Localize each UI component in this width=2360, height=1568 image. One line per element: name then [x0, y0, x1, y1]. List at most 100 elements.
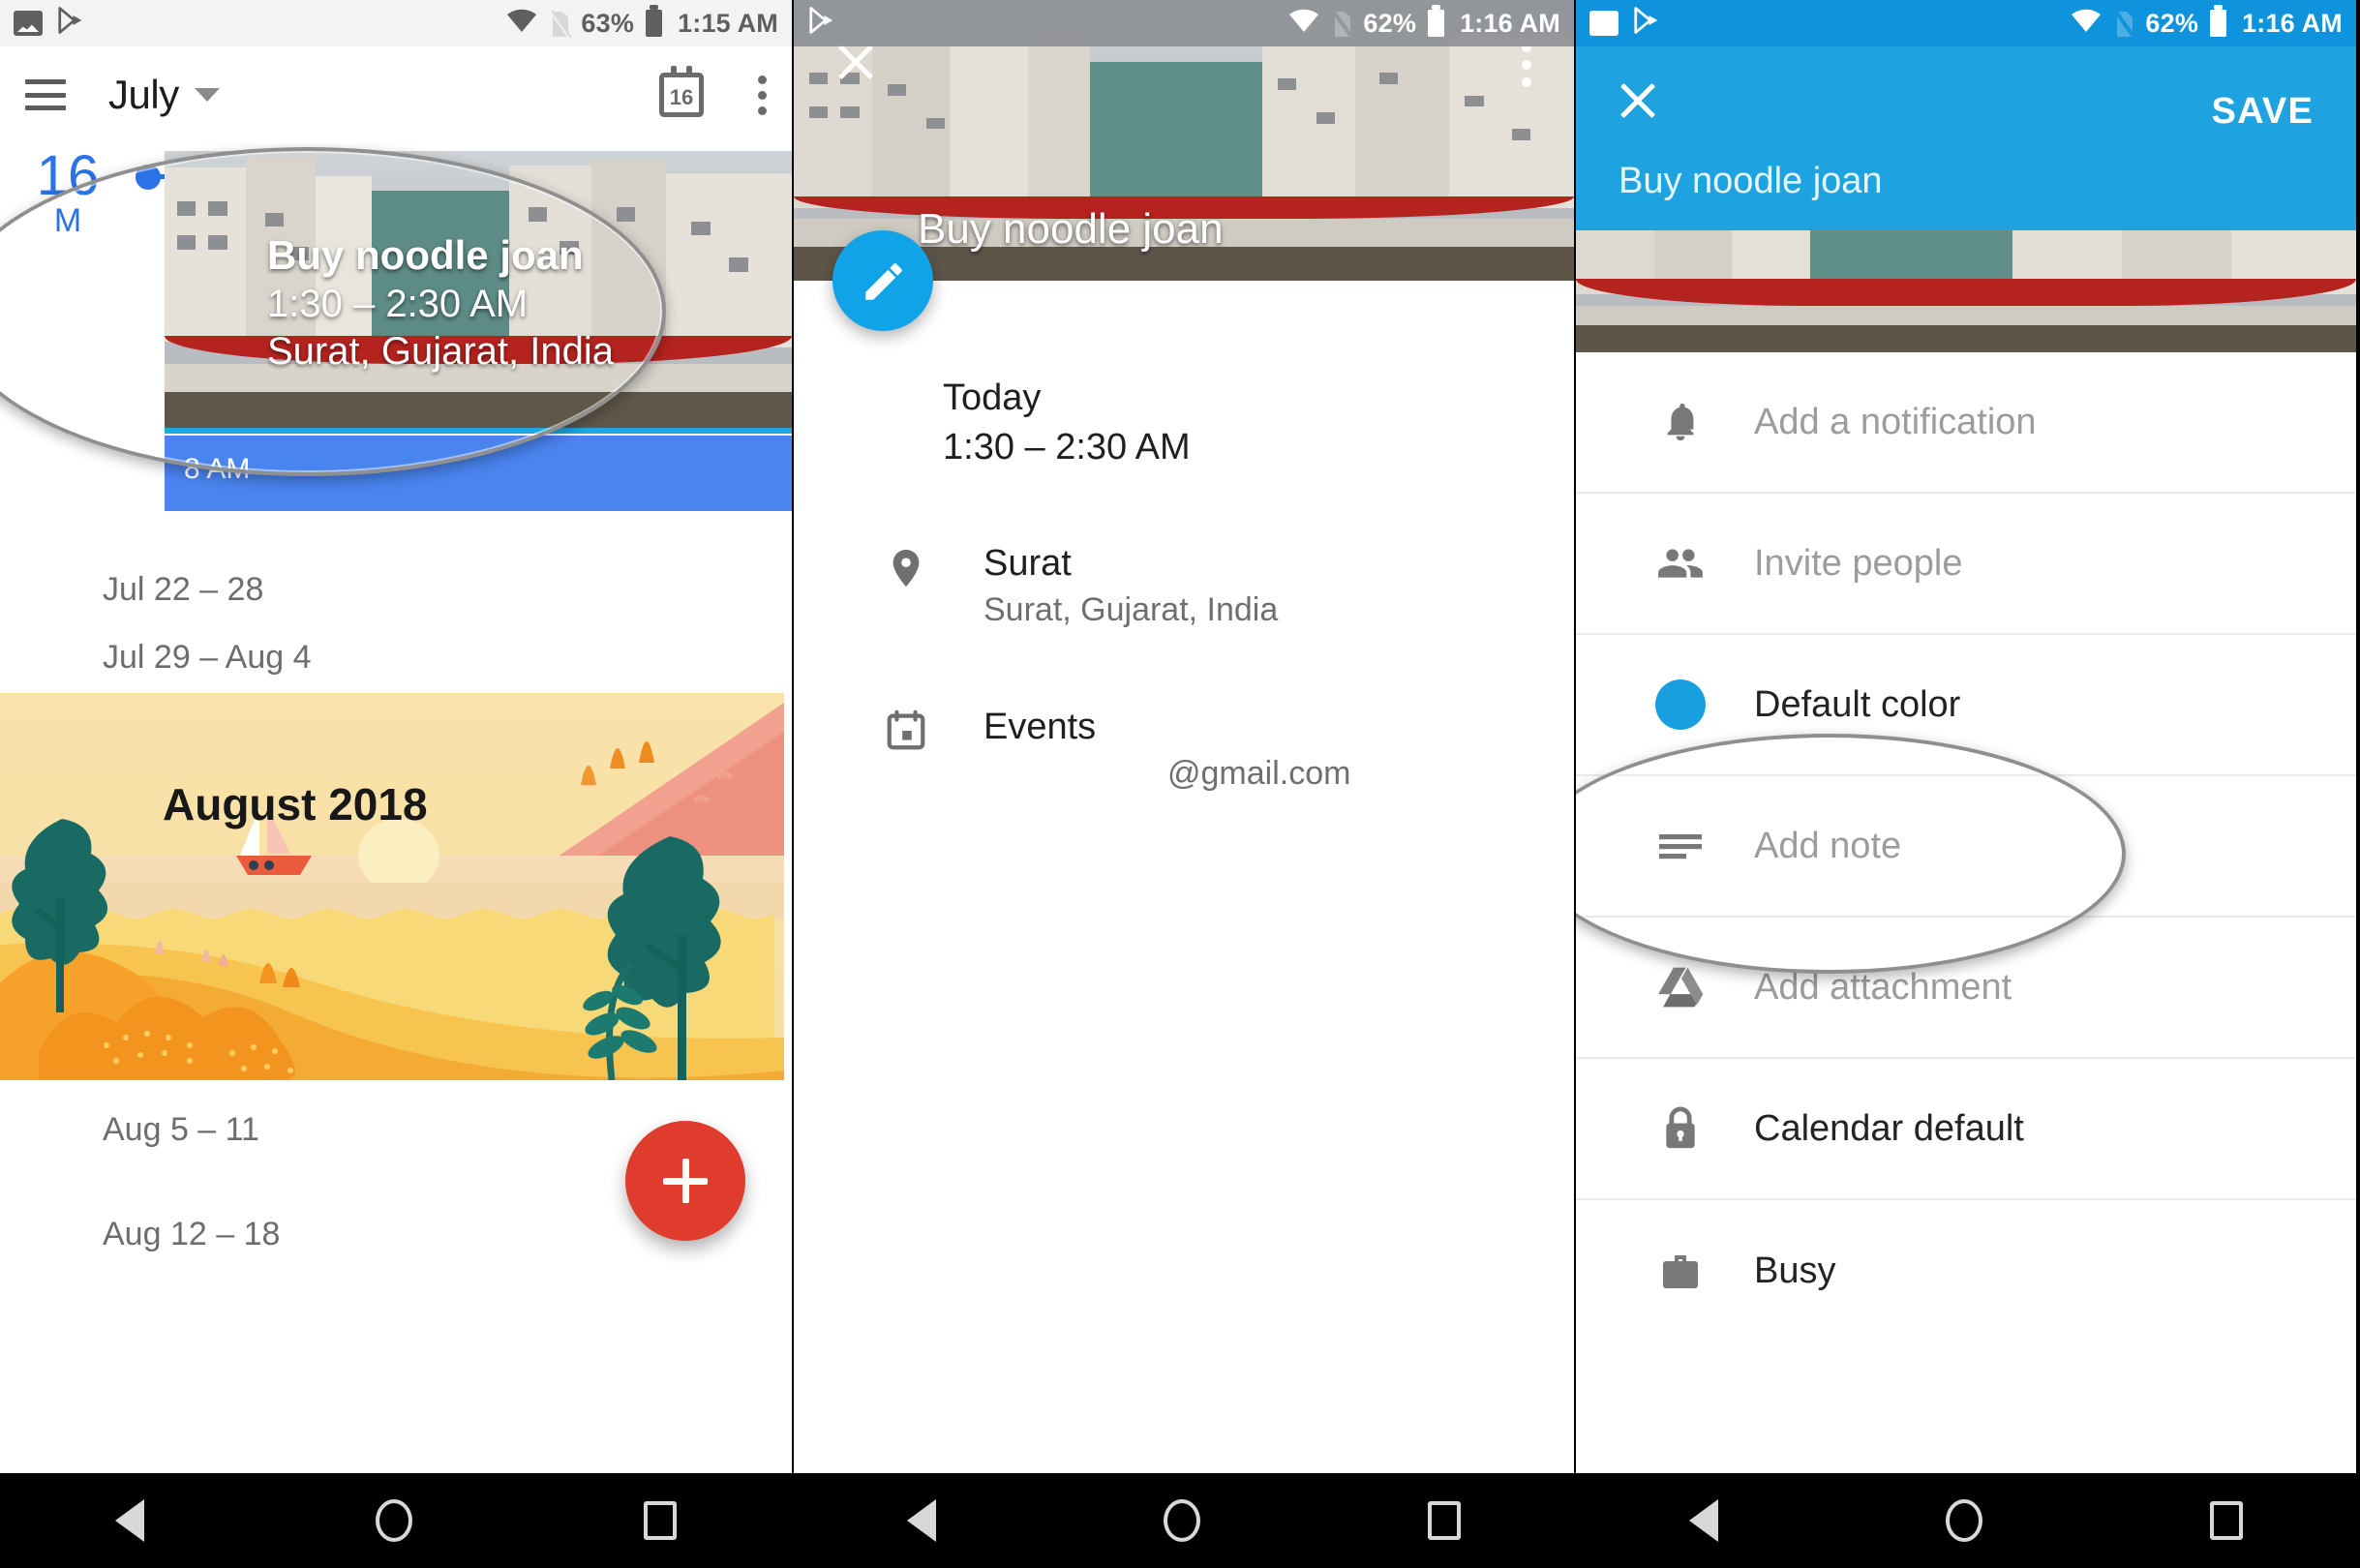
- phone-screen-edit-event: 62% 1:16 AM SAVE Buy noodle joan Add a n…: [1576, 0, 2356, 1568]
- battery-percent: 63%: [581, 8, 635, 38]
- month-view-body: 16 M Buy noodle joan 1:30 – 2:30 AM Sura…: [0, 143, 792, 1568]
- option-label: Add note: [1754, 825, 1902, 866]
- day-of-week: M: [53, 202, 82, 240]
- option-row-calendar-default[interactable]: Calendar default: [1576, 1059, 2356, 1200]
- week-row-2[interactable]: Aug 5 – 11: [103, 1111, 259, 1149]
- calendar-icon: [869, 703, 943, 755]
- photo-icon: [1589, 11, 1619, 36]
- photo-icon: [14, 11, 43, 36]
- event-calendar-row[interactable]: Events @gmail.com: [794, 703, 1574, 797]
- back-triangle-icon[interactable]: [907, 1499, 937, 1542]
- option-row-default-color[interactable]: Default color: [1576, 635, 2356, 776]
- color-dot-icon: [1642, 679, 1719, 730]
- sim-off-icon: [1331, 9, 1355, 40]
- month-banner-august: August 2018: [0, 693, 784, 1080]
- event-time-label: 1:30 – 2:30 AM: [943, 427, 1191, 468]
- recents-square-icon[interactable]: [1427, 1501, 1461, 1540]
- option-label: Calendar default: [1754, 1107, 2024, 1149]
- event-location: Surat, Gujarat, India: [267, 330, 614, 373]
- status-bar-panel1: 63% 1:15 AM: [0, 0, 792, 46]
- month-banner-label: August 2018: [163, 779, 428, 829]
- today-calendar-icon[interactable]: 16: [659, 66, 704, 117]
- edit-event-hero-image: [1576, 230, 2356, 352]
- event-location-row[interactable]: Surat Surat, Gujarat, India: [794, 539, 1574, 633]
- event-hero-title: Buy noodle joan: [918, 205, 1224, 253]
- kebab-icon[interactable]: [758, 75, 767, 115]
- calendar-name: Events: [983, 706, 1097, 747]
- month-view-toolbar: July 16: [0, 46, 792, 143]
- play-store-icon: [807, 6, 836, 42]
- clock-time: 1:16 AM: [1460, 8, 1560, 38]
- status-bar-panel2: 62% 1:16 AM: [794, 0, 1574, 46]
- week-row-0[interactable]: Jul 22 – 28: [103, 571, 263, 609]
- battery-icon: [1428, 5, 1445, 37]
- option-row-add-note[interactable]: Add note: [1576, 776, 2356, 918]
- kebab-icon[interactable]: [1522, 43, 1531, 87]
- android-navigation-bar-panel2: [794, 1473, 1574, 1568]
- option-label: Default color: [1754, 683, 1961, 725]
- wifi-icon: [1287, 8, 1320, 40]
- event-datetime-row[interactable]: Today 1:30 – 2:30 AM: [794, 374, 1574, 473]
- day-number: 16: [36, 144, 100, 207]
- location-name: Surat: [983, 542, 1072, 584]
- battery-percent: 62%: [2145, 8, 2199, 38]
- hour-block-8am[interactable]: 8 AM: [165, 436, 792, 511]
- hamburger-icon[interactable]: [25, 79, 66, 110]
- play-store-icon: [1632, 6, 1661, 42]
- event-time: 1:30 – 2:30 AM: [267, 283, 529, 325]
- back-triangle-icon[interactable]: [1689, 1499, 1719, 1542]
- sim-off-icon: [2113, 9, 2137, 40]
- location-address: Surat, Gujarat, India: [983, 590, 1279, 628]
- calendar-account: @gmail.com: [1167, 755, 1351, 793]
- battery-icon: [646, 5, 663, 37]
- event-title: Buy noodle joan: [267, 232, 584, 278]
- play-store-icon: [56, 6, 85, 42]
- option-row-add-notification[interactable]: Add a notification: [1576, 352, 2356, 494]
- option-label: Add a notification: [1754, 401, 2037, 442]
- save-button[interactable]: SAVE: [2212, 91, 2314, 133]
- week-row-1[interactable]: Jul 29 – Aug 4: [103, 639, 312, 677]
- option-label: Add attachment: [1754, 966, 2012, 1008]
- lock-icon: [1642, 1103, 1719, 1154]
- event-title-input[interactable]: Buy noodle joan: [1619, 161, 1883, 202]
- event-card-photo[interactable]: Buy noodle joan 1:30 – 2:30 AM Surat, Gu…: [165, 151, 792, 432]
- city-photo: [1576, 230, 2356, 352]
- option-row-add-attachment[interactable]: Add attachment: [1576, 918, 2356, 1059]
- clock-time: 1:16 AM: [2242, 8, 2343, 38]
- android-navigation-bar-panel3: [1576, 1473, 2356, 1568]
- sim-off-icon: [549, 9, 573, 40]
- briefcase-icon: [1642, 1250, 1719, 1292]
- event-date-label: Today: [943, 377, 1042, 418]
- home-circle-icon[interactable]: [375, 1499, 412, 1542]
- chevron-down-icon[interactable]: [194, 88, 220, 102]
- current-day-marker: 16 M: [0, 144, 136, 240]
- week-row-3[interactable]: Aug 12 – 18: [103, 1216, 280, 1253]
- illustration-svg: [0, 693, 784, 1080]
- phone-screen-month-view: 63% 1:15 AM July 16 16 M Buy noodle joan…: [0, 0, 792, 1568]
- recents-square-icon[interactable]: [643, 1501, 677, 1540]
- option-row-busy[interactable]: Busy: [1576, 1200, 2356, 1342]
- add-event-fab[interactable]: [625, 1121, 745, 1241]
- page-title[interactable]: July: [108, 72, 179, 118]
- clock-time: 1:15 AM: [678, 8, 778, 38]
- home-circle-icon[interactable]: [1945, 1499, 1982, 1542]
- back-triangle-icon[interactable]: [115, 1499, 145, 1542]
- pencil-icon: [860, 257, 906, 304]
- location-pin-icon: [869, 539, 943, 593]
- edit-event-fab[interactable]: [832, 230, 933, 331]
- edit-event-appbar: SAVE Buy noodle joan: [1576, 46, 2356, 230]
- recents-square-icon[interactable]: [2209, 1501, 2243, 1540]
- drive-icon: [1642, 965, 1719, 1010]
- close-icon[interactable]: [1617, 79, 1659, 122]
- event-text-overlay: Buy noodle joan 1:30 – 2:30 AM Surat, Gu…: [267, 232, 614, 374]
- event-accent-line: [165, 428, 792, 434]
- home-circle-icon[interactable]: [1163, 1499, 1200, 1542]
- people-icon: [1642, 539, 1719, 588]
- phone-screen-event-details: 62% 1:16 AM Buy noodle joan Today 1:30 –…: [792, 0, 1576, 1568]
- option-row-invite-people[interactable]: Invite people: [1576, 494, 2356, 635]
- option-label: Busy: [1754, 1250, 1836, 1291]
- option-label: Invite people: [1754, 542, 1963, 584]
- battery-percent: 62%: [1363, 8, 1417, 38]
- hour-label: 8 AM: [184, 453, 251, 485]
- close-icon[interactable]: [834, 41, 877, 83]
